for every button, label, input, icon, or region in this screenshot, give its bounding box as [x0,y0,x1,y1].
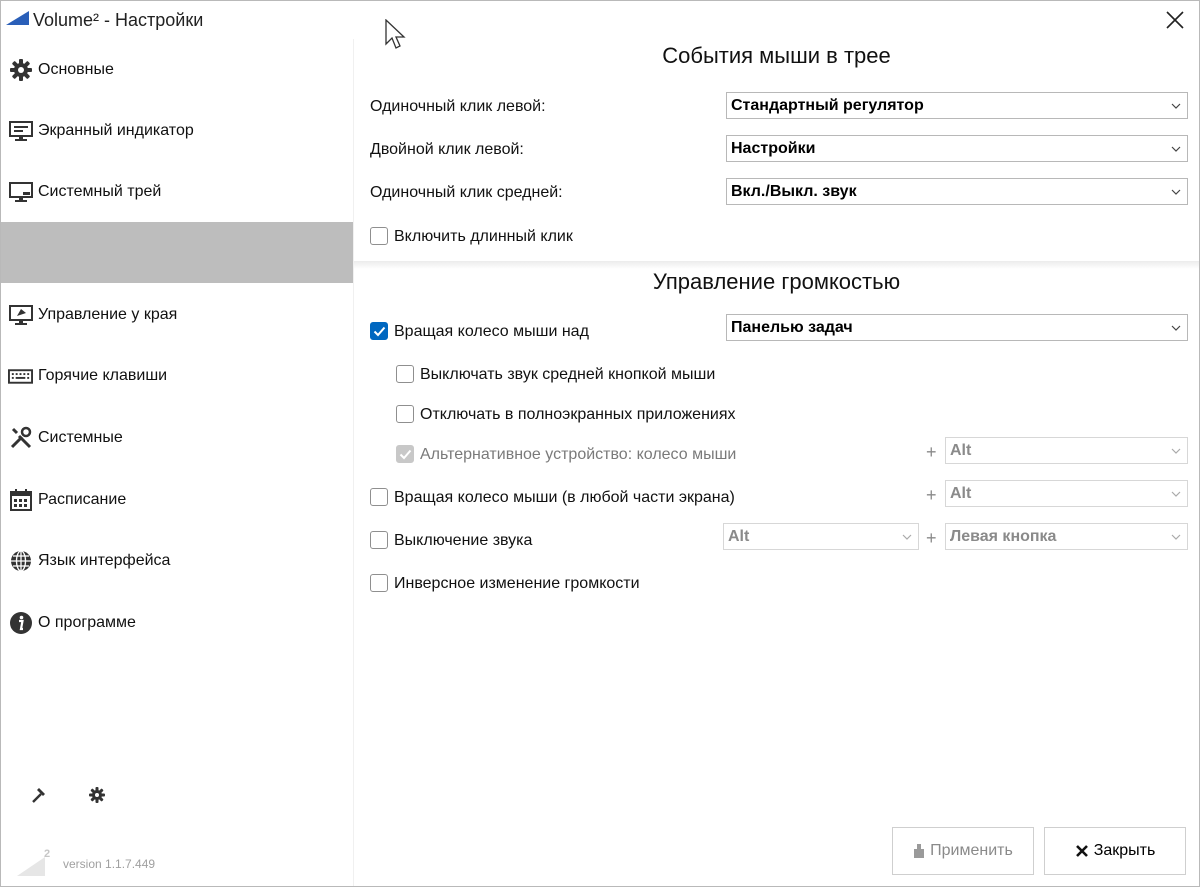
checkmark-icon [399,449,412,460]
window-title: Volume² - Настройки [33,10,204,30]
sidebar-item-label: Системные [38,428,123,446]
mute-middle-button-label: Выключать звук средней кнопкой мыши [420,366,716,383]
sidebar-item-system[interactable]: Системные [1,407,353,468]
apply-button[interactable]: Применить [892,827,1034,875]
sidebar-item-tray[interactable]: Системный трей [1,161,353,222]
sidebar-item-label: Системный трей [38,182,162,200]
alt-device-label: Альтернативное устройство: колесо мыши [420,446,737,463]
mute-modifier-select[interactable]: Alt [723,523,919,550]
chevron-down-icon [1171,491,1181,497]
sidebar-item-general[interactable]: Основные [1,39,353,100]
apply-icon [913,843,925,859]
sidebar-item-about[interactable]: О программе [1,592,353,653]
disable-fullscreen-label: Отключать в полноэкранных приложениях [420,406,736,423]
sidebar-item-hotkeys[interactable]: Горячие клавиши [1,345,353,406]
version-label: version 1.1.7.449 [63,857,156,871]
sidebar-item-label: Расписание [38,490,127,508]
close-window-button[interactable] [1159,5,1191,35]
double-left-click-select[interactable]: Настройки [726,135,1188,162]
inverse-volume-checkbox[interactable] [370,574,388,592]
apply-button-label: Применить [930,842,1013,859]
long-click-checkbox[interactable] [370,227,388,245]
section-divider [354,261,1199,269]
app-volume-icon [6,11,29,25]
mute-middle-button-checkbox[interactable] [396,365,414,383]
keyboard-icon [8,363,33,388]
close-icon [1075,844,1089,858]
double-left-click-label: Двойной клик левой: [370,141,524,158]
settings-content: События мыши в трее Одиночный клик левой… [354,39,1199,886]
checkmark-icon [373,326,386,337]
mute-checkbox[interactable] [370,531,388,549]
plus-sign: + [926,528,937,548]
chevron-down-icon [1171,325,1181,331]
single-middle-click-select[interactable]: Вкл./Выкл. звук [726,178,1188,205]
close-icon [1166,11,1184,29]
wheel-anywhere-label: Вращая колесо мыши (в любой части экрана… [394,489,735,506]
calendar-icon [8,487,33,512]
settings-gear-icon[interactable] [87,785,107,805]
wheel-over-checkbox[interactable] [370,322,388,340]
alt-device-modifier-select[interactable]: Alt [945,437,1188,464]
close-button[interactable]: Закрыть [1044,827,1186,875]
sidebar: Основные Экранный индикатор Системный тр… [1,39,354,886]
chevron-down-icon [1171,189,1181,195]
gear-icon [8,57,33,82]
long-click-label: Включить длинный клик [394,228,573,245]
sidebar-item-screen-edge[interactable]: Управление у края [1,284,353,345]
inverse-volume-label: Инверсное изменение громкости [394,575,640,592]
app-logo: 2 [17,848,50,876]
wheel-over-label: Вращая колесо мыши над [394,323,589,340]
disable-fullscreen-checkbox[interactable] [396,405,414,423]
globe-icon [8,548,33,573]
wheel-over-target-select[interactable]: Панелью задач [726,314,1188,341]
alt-device-checkbox[interactable] [396,445,414,463]
screen-edge-icon [8,302,33,327]
mute-button-select[interactable]: Левая кнопка [945,523,1188,550]
info-icon [8,610,33,635]
wheel-anywhere-modifier-select[interactable]: Alt [945,480,1188,507]
sidebar-item-mouse-events[interactable] [1,222,353,283]
plus-sign: + [926,442,937,462]
sidebar-item-label: О программе [38,613,136,631]
single-middle-click-label: Одиночный клик средней: [370,184,563,201]
sidebar-item-schedule[interactable]: Расписание [1,469,353,530]
plus-sign: + [926,485,937,505]
svg-text:2: 2 [44,848,50,860]
sidebar-item-osd[interactable]: Экранный индикатор [1,100,353,161]
sidebar-item-label: Горячие клавиши [38,366,168,384]
chevron-down-icon [1171,534,1181,540]
section-title-volume-control: Управление громкостью [652,269,901,294]
monitor-icon [8,118,33,143]
sidebar-item-label: Экранный индикатор [38,121,194,139]
close-button-label: Закрыть [1093,842,1156,859]
chevron-down-icon [1171,103,1181,109]
tools-icon [8,425,33,450]
sidebar-item-language[interactable]: Язык интерфейса [1,530,353,591]
chevron-down-icon [1171,448,1181,454]
wheel-anywhere-checkbox[interactable] [370,488,388,506]
tray-icon [8,179,33,204]
sidebar-item-label: Язык интерфейса [38,551,171,569]
settings-window: Volume² - Настройки Основные Экранный ин… [0,0,1200,887]
mute-label: Выключение звука [394,532,533,549]
single-left-click-select[interactable]: Стандартный регулятор [726,92,1188,119]
chevron-down-icon [1171,146,1181,152]
title-bar: Volume² - Настройки [1,1,1199,39]
section-title-mouse-events: События мыши в трее [662,43,891,68]
hammer-icon[interactable] [30,785,50,805]
single-left-click-label: Одиночный клик левой: [370,98,546,115]
sidebar-item-label: Управление у края [38,305,178,323]
chevron-down-icon [902,534,912,540]
sidebar-item-label: Основные [38,60,114,78]
